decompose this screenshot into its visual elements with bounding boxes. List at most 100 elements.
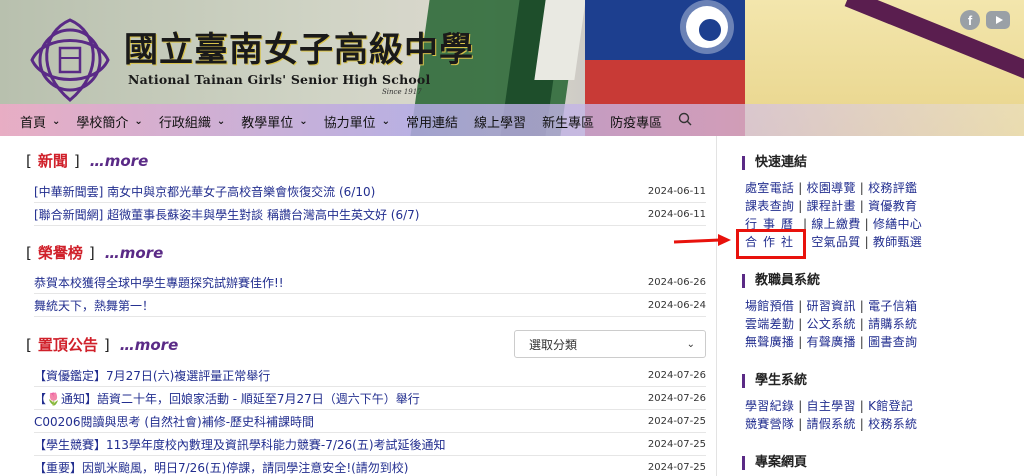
chevron-down-icon: ⌄	[216, 115, 226, 127]
sidebar-link[interactable]: 無聲廣播	[745, 335, 794, 349]
list-item[interactable]: 恭賀本校獲得全球中學生專題探究試辦賽佳作!! 2024-06-26	[34, 272, 706, 294]
list-item-date: 2024-07-25	[647, 462, 706, 473]
list-item-date: 2024-06-26	[647, 277, 706, 288]
nav-item-label: 常用連結	[406, 115, 459, 131]
school-emblem-icon[interactable]	[22, 12, 118, 108]
separator: |	[798, 417, 803, 431]
red-arrow-icon	[673, 234, 731, 246]
honors-more-link[interactable]: …more	[105, 244, 164, 262]
nav-item[interactable]: 教學單位 ⌄	[241, 112, 307, 131]
list-item-title[interactable]: [聯合新聞網] 超微董事長蘇姿丰與學生對談 稱讚台灣高中生英文好 (6/7)	[34, 206, 420, 223]
separator: |	[798, 399, 803, 413]
list-item[interactable]: 舞統天下，熱舞第一！ 2024-06-24	[34, 295, 706, 317]
sidebar-link[interactable]: 電子信箱	[868, 299, 917, 313]
sidebar-link[interactable]: 空氣品質	[811, 235, 860, 249]
list-item-title[interactable]: 【資優鑑定】7月27日(六)複選評量正常舉行	[34, 367, 270, 384]
sidebar-link[interactable]: 公文系統	[807, 317, 856, 331]
sidebar-link[interactable]: 校園導覽	[807, 181, 856, 195]
nav-item[interactable]: 防疫專區	[610, 112, 662, 131]
nav-item[interactable]: 行政組織 ⌄	[159, 112, 225, 131]
chevron-down-icon: ⌄	[134, 115, 143, 127]
list-item-title[interactable]: 恭賀本校獲得全球中學生專題探究試辦賽佳作!!	[34, 274, 284, 291]
sidebar-link[interactable]: 課程計畫	[807, 199, 856, 213]
honors-heading: [榮譽榜] …more	[26, 244, 164, 262]
school-since: Since 1917	[382, 88, 422, 96]
list-item-title[interactable]: 【重要】因凱米颱風，明日7/26(五)停課，請同學注意安全!(請勿到校)	[34, 459, 409, 476]
sidebar-link[interactable]: 研習資訊	[807, 299, 856, 313]
sidebar-link[interactable]: 學習紀錄	[745, 399, 794, 413]
separator: |	[798, 199, 803, 213]
search-icon[interactable]	[678, 112, 692, 130]
nav-item[interactable]: 首頁 ⌄	[20, 112, 60, 131]
nav-item-label: 新生專區	[542, 115, 595, 131]
nav-item[interactable]: 協力單位 ⌄	[324, 112, 390, 131]
sidebar-link[interactable]: 校務評鑑	[868, 181, 917, 195]
youtube-icon[interactable]	[986, 11, 1010, 29]
sidebar-link[interactable]: 雲端差勤	[745, 317, 794, 331]
sidebar-link-row: 學習紀錄 | 自主學習 | K館登記	[745, 397, 913, 414]
list-item[interactable]: 【🌷通知】語資二十年，回娘家活動 - 順延至7月27日（週六下午）舉行 2024-…	[34, 388, 706, 410]
sidebar-link[interactable]: 校務系統	[868, 417, 917, 431]
nav-item[interactable]: 常用連結	[406, 112, 458, 131]
category-select[interactable]: 選取分類 ⌄	[514, 330, 706, 358]
list-item[interactable]: 【重要】因凱米颱風，明日7/26(五)停課，請同學注意安全!(請勿到校) 2024…	[34, 457, 706, 476]
nav-item-label: 行政組織	[158, 115, 211, 131]
list-item-title[interactable]: 【🌷通知】語資二十年，回娘家活動 - 順延至7月27日（週六下午）舉行	[34, 390, 420, 407]
nav-item-label: 協力單位	[323, 115, 376, 131]
separator: |	[798, 335, 803, 349]
separator: |	[859, 199, 865, 213]
nav-item[interactable]: 學校簡介 ⌄	[76, 112, 142, 131]
list-item[interactable]: [中華新聞雲] 南女中與京都光華女子高校音樂會恢復交流 (6/10) 2024-0…	[34, 181, 706, 203]
separator: |	[798, 299, 803, 313]
sidebar-link[interactable]: 自主學習	[807, 399, 856, 413]
sidebar-link[interactable]: 處室電話	[745, 181, 794, 195]
list-item-title[interactable]: C00206閱讀與思考 (自然社會)補修-歷史科補課時間	[34, 413, 314, 430]
social-links: f	[960, 10, 1010, 30]
highlight-box	[736, 229, 806, 259]
sidebar-link[interactable]: 有聲廣播	[807, 335, 856, 349]
list-item[interactable]: C00206閱讀與思考 (自然社會)補修-歷史科補課時間 2024-07-25	[34, 411, 706, 433]
list-item-date: 2024-07-26	[647, 370, 706, 381]
sidebar-link[interactable]: 場館預借	[745, 299, 794, 313]
list-item[interactable]: [聯合新聞網] 超微董事長蘇姿丰與學生對談 稱讚台灣高中生英文好 (6/7) 20…	[34, 204, 706, 226]
sidebar-link[interactable]: K館登記	[868, 399, 913, 413]
sidebar-link[interactable]: 請購系統	[868, 317, 917, 331]
list-item-title[interactable]: 舞統天下，熱舞第一！	[34, 297, 154, 314]
sidebar-link[interactable]: 請假系統	[807, 417, 856, 431]
chevron-down-icon: ⌄	[52, 115, 61, 127]
sidebar-link[interactable]: 修繕中心	[873, 217, 922, 231]
list-item-date: 2024-07-25	[647, 439, 706, 450]
nav-item[interactable]: 新生專區	[542, 112, 594, 131]
banner-photo-sun	[686, 6, 728, 48]
list-item-title[interactable]: [中華新聞雲] 南女中與京都光華女子高校音樂會恢復交流 (6/10)	[34, 183, 375, 200]
news-heading: [新聞] …more	[26, 152, 149, 170]
sidebar-link[interactable]: 線上繳費	[811, 217, 860, 231]
school-name-en[interactable]: National Tainan Girls' Senior High Schoo…	[128, 72, 430, 87]
list-item-title[interactable]: 【學生競賽】113學年度校內數理及資訊學科能力競賽-7/26(五)考試延後通知	[34, 436, 446, 453]
news-more-link[interactable]: …more	[90, 152, 149, 170]
pinned-title: 置頂公告	[37, 336, 98, 354]
list-item-date: 2024-07-26	[647, 393, 706, 404]
list-item-date: 2024-06-11	[647, 186, 706, 197]
school-name-zh[interactable]: 國立臺南女子高級中學	[124, 22, 474, 71]
nav-item[interactable]: 線上學習	[474, 112, 526, 131]
nav-item-label: 教學單位	[241, 115, 294, 131]
list-item-date: 2024-06-11	[647, 209, 706, 220]
sidebar-link[interactable]: 教師甄選	[873, 235, 922, 249]
nav-item-label: 防疫專區	[610, 115, 663, 131]
separator: |	[798, 317, 803, 331]
header-banner: 國立臺南女子高級中學 National Tainan Girls' Senior…	[0, 0, 1024, 136]
facebook-icon[interactable]: f	[960, 10, 980, 30]
list-item[interactable]: 【資優鑑定】7月27日(六)複選評量正常舉行 2024-07-26	[34, 365, 706, 387]
separator: |	[859, 181, 865, 195]
nav-item-label: 首頁	[20, 115, 47, 131]
separator: |	[859, 317, 865, 331]
sidebar-link[interactable]: 課表查詢	[745, 199, 794, 213]
list-item[interactable]: 【學生競賽】113學年度校內數理及資訊學科能力競賽-7/26(五)考試延後通知 2…	[34, 434, 706, 456]
sidebar-link[interactable]: 競賽營隊	[745, 417, 794, 431]
sidebar-link[interactable]: 圖書查詢	[868, 335, 917, 349]
quick-links-heading: 快速連結	[742, 156, 807, 170]
pinned-more-link[interactable]: …more	[120, 336, 179, 354]
sidebar-link-row: 無聲廣播 | 有聲廣播 | 圖書查詢	[745, 333, 917, 350]
sidebar-link[interactable]: 資優教育	[868, 199, 917, 213]
